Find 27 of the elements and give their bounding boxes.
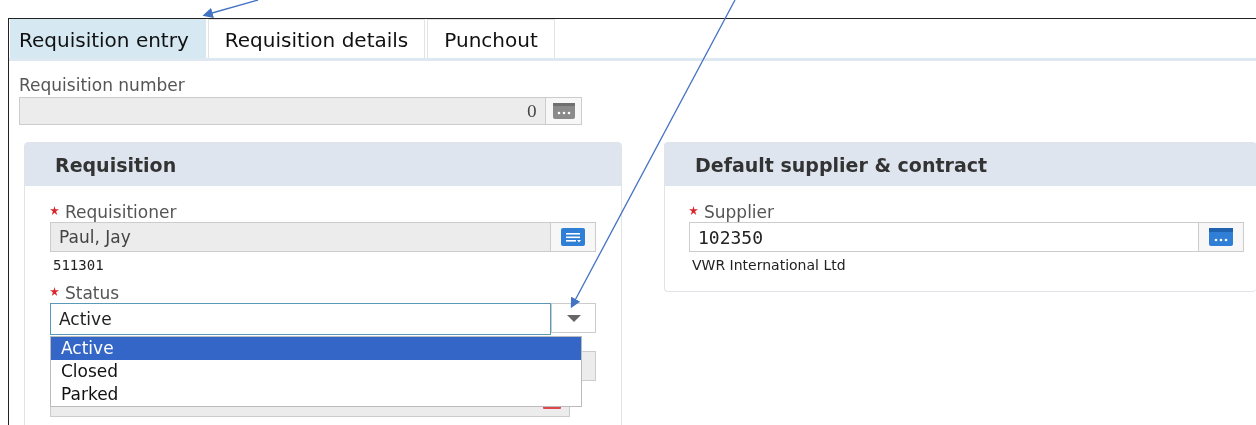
field-label: Requisitioner xyxy=(65,202,177,222)
field-label: Status xyxy=(65,283,120,303)
tab[interactable]: Requisition entry xyxy=(10,19,206,58)
panel-title: Default supplier & contract xyxy=(695,153,988,176)
lookup-button[interactable] xyxy=(1199,222,1244,252)
supplier-field[interactable]: 102350 xyxy=(689,222,1199,252)
caret-icon xyxy=(566,314,581,322)
requisition-number-field[interactable]: 0 xyxy=(19,97,546,125)
requisitioner-field[interactable]: Paul, Jay xyxy=(50,222,551,252)
ellipsis-icon xyxy=(552,103,575,119)
list-icon xyxy=(561,228,585,246)
dropdown-option[interactable]: Active xyxy=(51,337,581,360)
dropdown-button[interactable] xyxy=(551,303,596,333)
dropdown-option[interactable]: Parked xyxy=(51,383,581,406)
field-label: Requisition number xyxy=(19,75,186,95)
ellipsis-icon xyxy=(1209,228,1233,246)
dropdown-option[interactable]: Closed xyxy=(51,360,581,383)
supplier-name: VWR International Ltd xyxy=(691,256,847,275)
lookup-button[interactable] xyxy=(546,97,582,125)
tab[interactable]: Punchout xyxy=(427,19,555,58)
field-label: Supplier xyxy=(704,202,775,222)
annotation-arrow xyxy=(202,0,259,18)
status-select[interactable]: Active xyxy=(50,303,551,335)
panel-title: Requisition xyxy=(55,153,177,176)
lookup-button[interactable] xyxy=(551,222,596,252)
requisitioner-code: 511301 xyxy=(52,256,105,275)
tab[interactable]: Requisition details xyxy=(207,19,426,58)
